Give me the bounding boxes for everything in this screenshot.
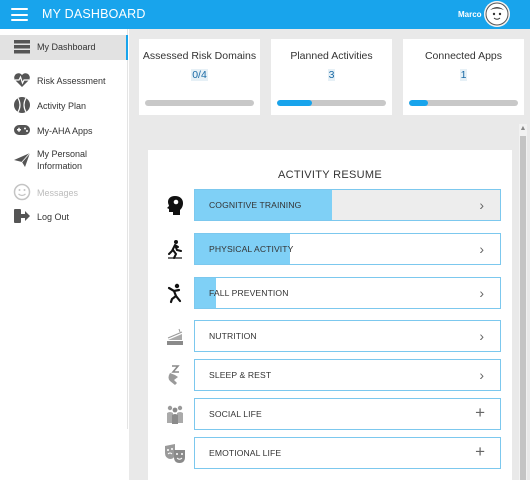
sleep-icon (162, 363, 188, 387)
avatar[interactable] (484, 1, 510, 27)
stat-card-connected-apps[interactable]: Connected Apps 1 (403, 39, 524, 115)
sidebar-item-label: Activity Plan (37, 101, 87, 111)
stat-progress-fill (409, 100, 428, 106)
activity-row-fall-prevention[interactable]: FALL PREVENTION › (148, 277, 512, 309)
sidebar-item-label: My Dashboard (37, 42, 96, 52)
activity-button[interactable]: SLEEP & REST › (194, 359, 501, 391)
stat-value: 0/4 (191, 69, 208, 81)
chevron-right-icon[interactable]: › (479, 283, 484, 303)
stat-card-planned-activities[interactable]: Planned Activities 3 (271, 39, 392, 115)
stat-title: Connected Apps (424, 50, 503, 62)
activity-label: EMOTIONAL LIFE (209, 448, 282, 458)
plus-icon[interactable]: + (475, 403, 485, 423)
stat-progress-bar (145, 100, 254, 106)
theater-masks-icon (162, 441, 188, 465)
stat-progress-bar (409, 100, 518, 106)
sidebar-item-label-line-1: My Personal (37, 149, 88, 159)
activity-resume-title: ACTIVITY RESUME (278, 169, 382, 181)
user-name[interactable]: Marco (458, 10, 482, 19)
activity-button[interactable]: FALL PREVENTION › (194, 277, 501, 309)
top-bar: MY DASHBOARD Marco (0, 0, 530, 29)
stat-card-risk-domains[interactable]: Assessed Risk Domains 0/4 (139, 39, 260, 115)
sidebar-item-activity-plan[interactable]: Activity Plan (0, 95, 128, 115)
activity-row-emotional-life[interactable]: EMOTIONAL LIFE + (148, 437, 512, 469)
gamepad-icon (13, 121, 31, 139)
logout-icon (13, 207, 31, 225)
scrollbar-thumb[interactable] (520, 136, 526, 480)
activity-label: SOCIAL LIFE (209, 409, 262, 419)
chevron-right-icon[interactable]: › (479, 239, 484, 259)
stat-title: Planned Activities (290, 50, 373, 62)
sidebar-item-label: My Personal Information (37, 148, 87, 172)
dashboard-icon (13, 38, 31, 56)
cake-icon (162, 324, 188, 348)
paper-plane-icon (13, 151, 31, 169)
hamburger-menu-icon[interactable] (11, 8, 28, 21)
sidebar-item-label: Log Out (37, 212, 70, 222)
activity-row-sleep-rest[interactable]: SLEEP & REST › (148, 359, 512, 391)
heartbeat-icon (13, 71, 31, 89)
people-icon (162, 402, 188, 426)
chevron-right-icon[interactable]: › (479, 195, 484, 215)
stat-value: 3 (327, 69, 336, 81)
activity-button[interactable]: EMOTIONAL LIFE + (194, 437, 501, 469)
activity-row-social-life[interactable]: SOCIAL LIFE + (148, 398, 512, 430)
vertical-scrollbar[interactable]: ▲ (519, 124, 527, 480)
sidebar-item-label: Messages (37, 188, 79, 198)
scroll-up-arrow-icon[interactable]: ▲ (519, 124, 527, 134)
activity-label: FALL PREVENTION (209, 288, 289, 298)
activity-button[interactable]: PHYSICAL ACTIVITY › (194, 233, 501, 265)
stat-progress-bar (277, 100, 386, 106)
sidebar-item-label: My-AHA Apps (37, 126, 93, 136)
activity-row-nutrition[interactable]: NUTRITION › (148, 320, 512, 352)
sidebar-item-label-line-2: Information (37, 161, 83, 171)
sidebar-item-log-out[interactable]: Log Out (0, 206, 128, 226)
ball-icon (13, 96, 31, 114)
sidebar-item-messages: Messages (0, 182, 128, 202)
sidebar-item-my-personal-information[interactable]: My Personal Information (0, 146, 128, 174)
page-title: MY DASHBOARD (42, 7, 146, 21)
activity-button[interactable]: SOCIAL LIFE + (194, 398, 501, 430)
chevron-right-icon[interactable]: › (479, 326, 484, 346)
activity-row-cognitive-training[interactable]: COGNITIVE TRAINING › (148, 189, 512, 221)
activity-label: PHYSICAL ACTIVITY (209, 244, 294, 254)
activity-label: SLEEP & REST (209, 370, 272, 380)
smiley-icon (13, 183, 31, 201)
activity-button[interactable]: COGNITIVE TRAINING › (194, 189, 501, 221)
activity-button[interactable]: NUTRITION › (194, 320, 501, 352)
running-icon (162, 237, 188, 261)
chevron-right-icon[interactable]: › (479, 365, 484, 385)
stat-title: Assessed Risk Domains (142, 50, 257, 62)
plus-icon[interactable]: + (475, 442, 485, 462)
sidebar-item-label: Risk Assessment (37, 76, 106, 86)
activity-row-physical-activity[interactable]: PHYSICAL ACTIVITY › (148, 233, 512, 265)
stat-value: 1 (459, 69, 468, 81)
brain-head-icon (162, 193, 188, 217)
sidebar-item-my-aha-apps[interactable]: My-AHA Apps (0, 120, 128, 140)
falling-person-icon (162, 281, 188, 305)
activity-label: COGNITIVE TRAINING (209, 200, 302, 210)
sidebar-item-risk-assessment[interactable]: Risk Assessment (0, 70, 128, 90)
activity-label: NUTRITION (209, 331, 257, 341)
stat-progress-fill (277, 100, 312, 106)
sidebar-item-my-dashboard[interactable]: My Dashboard (0, 35, 128, 60)
sidebar: My Dashboard Risk Assessment Activity Pl… (0, 29, 128, 429)
